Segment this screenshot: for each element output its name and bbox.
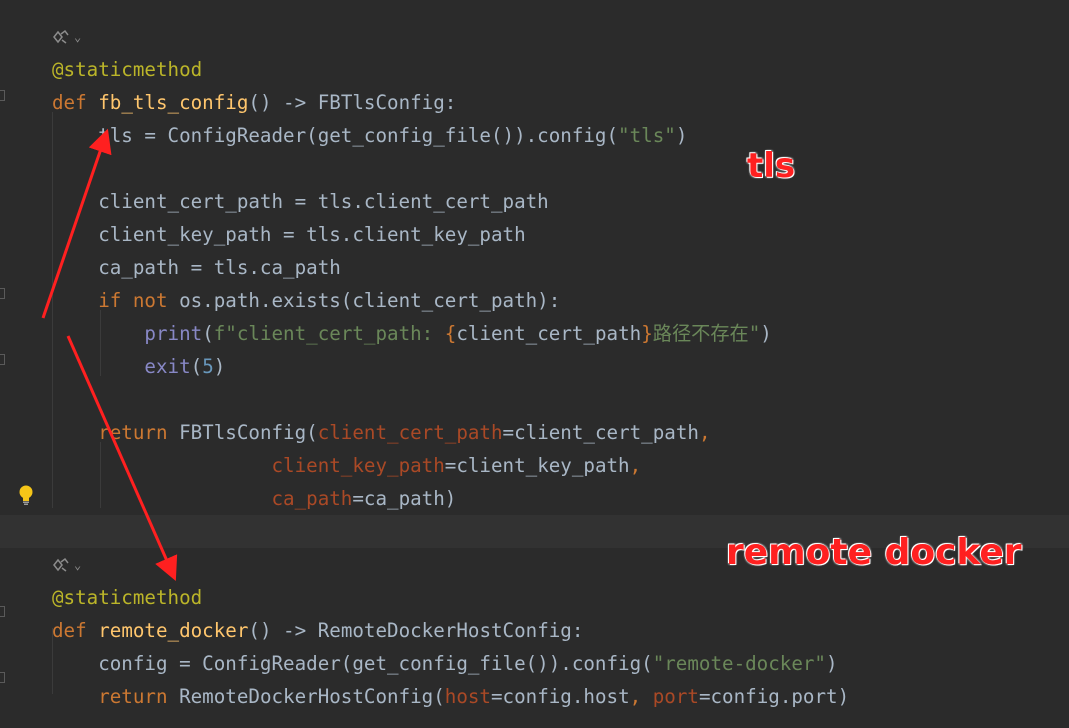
annotation-arrows [41,128,178,581]
arrow-to-remote-docker [66,335,178,581]
tls-annotation-label: tls [747,146,796,186]
remote-docker-annotation-label: remote docker [726,532,1022,573]
arrow-to-tls [41,128,112,319]
